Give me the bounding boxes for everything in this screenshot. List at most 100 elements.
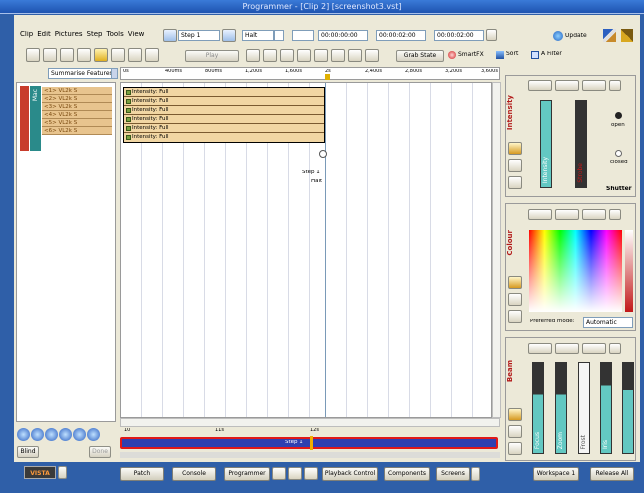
pin-icon[interactable] (621, 29, 633, 42)
time-field-2[interactable]: 00:00:02:00 (376, 30, 426, 41)
screens-button[interactable]: Screens (436, 467, 470, 481)
grab-state-button[interactable]: Grab State (396, 50, 444, 62)
menu-clip[interactable]: Clip (20, 31, 33, 43)
programmer-mode-icon[interactable] (288, 467, 302, 480)
menu-view[interactable]: View (128, 31, 145, 43)
cue-row[interactable]: Intensity: Full (124, 115, 324, 124)
redo-icon[interactable] (111, 48, 125, 62)
summarise-dropdown-icon[interactable] (111, 68, 118, 79)
ruler-playhead-marker[interactable] (325, 74, 330, 80)
colour-level-slider[interactable] (625, 230, 633, 312)
timeline-zoom-bar[interactable] (120, 418, 500, 427)
done-button[interactable]: Done (89, 446, 111, 458)
menu-tools[interactable]: Tools (106, 31, 123, 43)
next-icon[interactable] (73, 428, 86, 441)
closed-radio[interactable] (615, 150, 622, 157)
components-button[interactable]: Components (384, 467, 430, 481)
align-icon[interactable] (263, 49, 277, 62)
patch-button[interactable]: Patch (120, 467, 164, 481)
intensity-tab-icon[interactable] (609, 80, 621, 91)
clear-icon[interactable] (508, 442, 522, 455)
paste-icon[interactable] (60, 48, 74, 62)
clear-icon[interactable] (508, 310, 522, 323)
colour-picker[interactable] (529, 230, 622, 312)
open-radio[interactable] (615, 112, 622, 119)
afilter-button[interactable]: A Filter (531, 51, 571, 59)
beam-tab-icon[interactable] (582, 343, 606, 354)
fixture-group-tab[interactable] (20, 86, 29, 151)
palette-icon[interactable] (508, 425, 522, 438)
step-end-handle[interactable] (319, 150, 327, 158)
programmer-mode-icon[interactable] (304, 467, 318, 480)
fan-icon[interactable] (280, 49, 294, 62)
mirror-icon[interactable] (331, 49, 345, 62)
fixture-row[interactable]: <4> VL2k S (42, 111, 112, 119)
cut-icon[interactable] (26, 48, 40, 62)
update-button[interactable]: Update (553, 29, 593, 42)
colour-tab-icon[interactable] (528, 209, 552, 220)
load-icon[interactable] (145, 48, 159, 62)
overview-playhead[interactable] (310, 436, 313, 450)
intensity-tab-icon[interactable] (528, 80, 552, 91)
sort-button[interactable]: Sort (496, 51, 526, 59)
time-field-3[interactable]: 00:00:02:00 (434, 30, 484, 41)
copy-icon[interactable] (43, 48, 57, 62)
colour-tab-icon[interactable] (582, 209, 606, 220)
fixture-row[interactable]: <3> VL2k S (42, 103, 112, 111)
pause-icon[interactable] (45, 428, 58, 441)
palette-icon[interactable] (508, 293, 522, 306)
zoom-slider[interactable]: Zoom (555, 362, 567, 454)
iris-slider[interactable]: Iris (600, 362, 612, 454)
fixture-row[interactable]: <6> VL2k S (42, 127, 112, 135)
cue-row[interactable]: Intensity: Full (124, 106, 324, 115)
frost-slider[interactable]: Frost (578, 362, 590, 454)
halt-select[interactable]: Halt (242, 30, 274, 41)
fixture-row[interactable]: <1> VL2k S (42, 87, 112, 95)
release-all-button[interactable]: Release All (590, 467, 634, 481)
record-icon[interactable] (128, 48, 142, 62)
screens-dropdown-icon[interactable] (471, 467, 480, 481)
time-field-1[interactable]: 00:00:00:00 (318, 30, 368, 41)
palette-icon[interactable] (508, 159, 522, 172)
cue-row[interactable]: Intensity: Full (124, 88, 324, 97)
time-spin[interactable] (292, 30, 314, 41)
beam-tab-icon[interactable] (528, 343, 552, 354)
play-icon[interactable] (59, 428, 72, 441)
colour-tab-icon[interactable] (555, 209, 579, 220)
focus-slider[interactable]: Focus (532, 362, 544, 454)
cue-row[interactable]: Intensity: Full (124, 133, 324, 142)
wand-icon[interactable] (603, 29, 616, 42)
intensity-slider[interactable]: Intensity (540, 100, 552, 188)
console-button[interactable]: Console (172, 467, 216, 481)
undo-icon[interactable] (94, 48, 108, 62)
overview-scrollbar[interactable] (120, 452, 500, 458)
vertical-scrollbar[interactable] (492, 82, 501, 418)
keypad-icon[interactable] (486, 29, 497, 41)
home-icon[interactable] (508, 408, 522, 421)
next-step-icon[interactable] (222, 29, 236, 42)
workspace-select[interactable]: Workspace 1 (533, 467, 579, 481)
fast-forward-icon[interactable] (87, 428, 100, 441)
colour-tab-icon[interactable] (609, 209, 621, 220)
blind-button[interactable]: Blind (17, 446, 39, 458)
programmer-mode-icon[interactable] (272, 467, 286, 480)
fixture-row[interactable]: <5> VL2k S (42, 119, 112, 127)
overview-track[interactable]: Step 1 (120, 436, 498, 450)
random-icon[interactable] (365, 49, 379, 62)
prev-step-icon[interactable] (163, 29, 177, 42)
clear-icon[interactable] (508, 176, 522, 189)
shuffle-icon[interactable] (348, 49, 362, 62)
cue-row[interactable]: Intensity: Full (124, 124, 324, 133)
beam-tab-icon[interactable] (555, 343, 579, 354)
menu-edit[interactable]: Edit (37, 31, 51, 43)
home-icon[interactable] (508, 276, 522, 289)
programmer-button[interactable]: Programmer (224, 467, 270, 481)
invert-icon[interactable] (314, 49, 328, 62)
step-field[interactable]: Step 1 (178, 30, 220, 41)
rewind-icon[interactable] (17, 428, 30, 441)
beam-slider-5[interactable] (622, 362, 634, 454)
intensity-tab-icon[interactable] (555, 80, 579, 91)
spread-icon[interactable] (297, 49, 311, 62)
home-icon[interactable] (508, 142, 522, 155)
prev-icon[interactable] (31, 428, 44, 441)
